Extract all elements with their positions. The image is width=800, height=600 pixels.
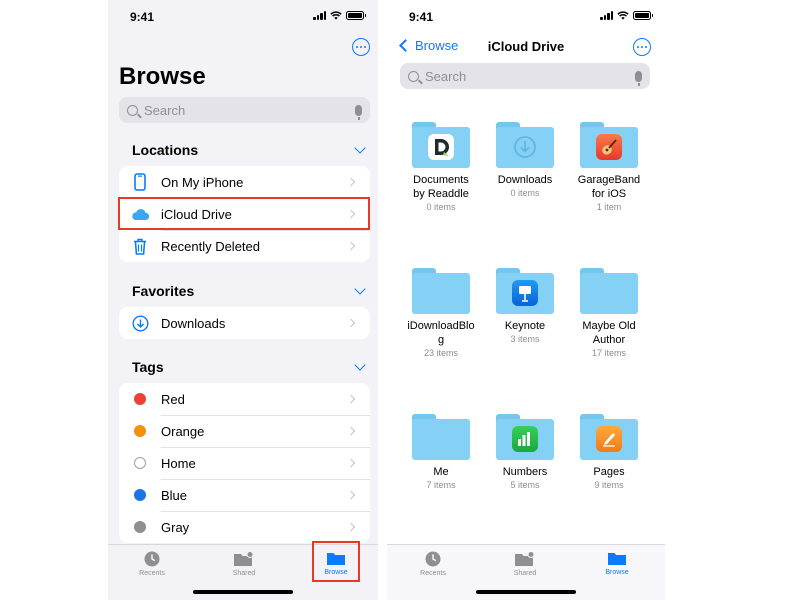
cellular-signal-icon: [313, 11, 326, 20]
folder-keynote[interactable]: Keynote 3 items: [483, 268, 567, 344]
tab-shared[interactable]: Shared: [214, 551, 274, 577]
chevron-right-icon: [346, 318, 356, 328]
folder-icon: [608, 553, 626, 565]
section-header-locations: Locations: [132, 142, 199, 158]
chevron-right-icon: [346, 458, 356, 468]
numbers-icon: [512, 426, 538, 452]
section-header-tags: Tags: [132, 359, 164, 375]
favorite-item-downloads[interactable]: Downloads: [119, 307, 370, 339]
chevron-down-icon[interactable]: [354, 283, 366, 295]
download-circle-icon: [119, 314, 161, 332]
tag-item-gray[interactable]: Gray: [119, 511, 370, 543]
browse-screen: 9:41 Browse Search Locations On My iPhon…: [108, 0, 378, 600]
folder-idownloadblog[interactable]: iDownloadBlog 23 items: [399, 268, 483, 358]
tab-recents[interactable]: Recents: [122, 551, 182, 577]
chevron-right-icon: [346, 490, 356, 500]
folder-me[interactable]: Me 7 items: [399, 414, 483, 490]
folder-icon: [580, 268, 638, 314]
tags-list: Red Orange Home Blue Gray: [119, 383, 370, 543]
search-field[interactable]: Search: [119, 97, 370, 123]
folder-icon: [496, 414, 554, 460]
folder-icon: [412, 268, 470, 314]
chevron-right-icon: [346, 426, 356, 436]
chevron-right-icon: [346, 394, 356, 404]
folder-garageband-for-ios[interactable]: GarageBand for iOS 1 item: [567, 122, 651, 212]
favorites-list: Downloads: [119, 307, 370, 339]
microphone-icon[interactable]: [355, 104, 362, 120]
folder-icon: [496, 268, 554, 314]
clock-icon: [144, 551, 160, 567]
clock-icon: [425, 551, 441, 567]
folder-icon: [496, 122, 554, 168]
shared-folder-icon: [515, 551, 535, 566]
status-bar: 9:41: [387, 0, 665, 32]
folder-documents-by-readdle[interactable]: Documents by Readdle 0 items: [399, 122, 483, 212]
home-indicator: [193, 590, 293, 594]
battery-icon: [633, 11, 653, 20]
more-options-button[interactable]: [633, 38, 651, 56]
pages-icon: [596, 426, 622, 452]
folder-numbers[interactable]: Numbers 5 items: [483, 414, 567, 490]
page-title: Browse: [119, 63, 206, 90]
status-bar: 9:41: [108, 0, 378, 32]
tab-bar: Recents Shared Browse: [387, 544, 665, 600]
status-time: 9:41: [130, 10, 155, 24]
tab-recents[interactable]: Recents: [403, 551, 463, 577]
tab-browse[interactable]: Browse: [587, 551, 647, 576]
magnifier-icon: [127, 104, 138, 116]
chevron-down-icon[interactable]: [354, 359, 366, 371]
tab-shared[interactable]: Shared: [495, 551, 555, 577]
search-placeholder: Search: [144, 102, 186, 118]
folder-downloads[interactable]: Downloads 0 items: [483, 122, 567, 198]
search-field[interactable]: Search: [400, 63, 650, 89]
chevron-right-icon: [346, 241, 356, 251]
tag-color-dot: [134, 393, 146, 405]
location-item-on-my-iphone[interactable]: On My iPhone: [119, 166, 370, 198]
search-placeholder: Search: [425, 68, 467, 84]
microphone-icon[interactable]: [635, 70, 642, 86]
chevron-right-icon: [346, 522, 356, 532]
trash-icon: [119, 238, 161, 255]
tag-color-dot: [134, 425, 146, 437]
location-item-recently-deleted[interactable]: Recently Deleted: [119, 230, 370, 262]
chevron-down-icon[interactable]: [354, 142, 366, 154]
folder-icon: [412, 414, 470, 460]
tutorial-screenshot: 9:41 Browse Search Locations On My iPhon…: [0, 0, 800, 600]
garageband-guitar-icon: [596, 134, 622, 160]
wifi-icon: [617, 11, 629, 20]
highlight-box-icloud-drive: [118, 197, 370, 230]
more-options-button[interactable]: [352, 38, 370, 56]
section-header-favorites: Favorites: [132, 283, 195, 299]
highlight-box-browse-tab: [312, 541, 360, 582]
wifi-icon: [330, 11, 342, 20]
status-time: 9:41: [409, 10, 434, 24]
tag-item-orange[interactable]: Orange: [119, 415, 370, 447]
chevron-right-icon: [346, 177, 356, 187]
magnifier-icon: [408, 70, 419, 82]
tag-color-dot: [134, 457, 146, 469]
tag-color-dot: [134, 521, 146, 533]
folder-pages[interactable]: Pages 9 items: [567, 414, 651, 490]
shared-folder-icon: [234, 551, 254, 566]
tag-color-dot: [134, 489, 146, 501]
keynote-icon: [512, 280, 538, 306]
iphone-icon: [119, 173, 161, 191]
folder-icon: [580, 122, 638, 168]
folder-icon: [412, 122, 470, 168]
tag-item-blue[interactable]: Blue: [119, 479, 370, 511]
icloud-drive-screen: 9:41 Browse iCloud Drive Search Document…: [387, 0, 665, 600]
readdle-documents-icon: [428, 134, 454, 160]
folder-icon: [580, 414, 638, 460]
tag-item-red[interactable]: Red: [119, 383, 370, 415]
nav-title: iCloud Drive: [487, 39, 565, 54]
home-indicator: [476, 590, 576, 594]
battery-icon: [346, 11, 366, 20]
folder-maybe-old-author[interactable]: Maybe Old Author 17 items: [567, 268, 651, 358]
cellular-signal-icon: [600, 11, 613, 20]
download-icon: [512, 134, 538, 160]
tag-item-home[interactable]: Home: [119, 447, 370, 479]
